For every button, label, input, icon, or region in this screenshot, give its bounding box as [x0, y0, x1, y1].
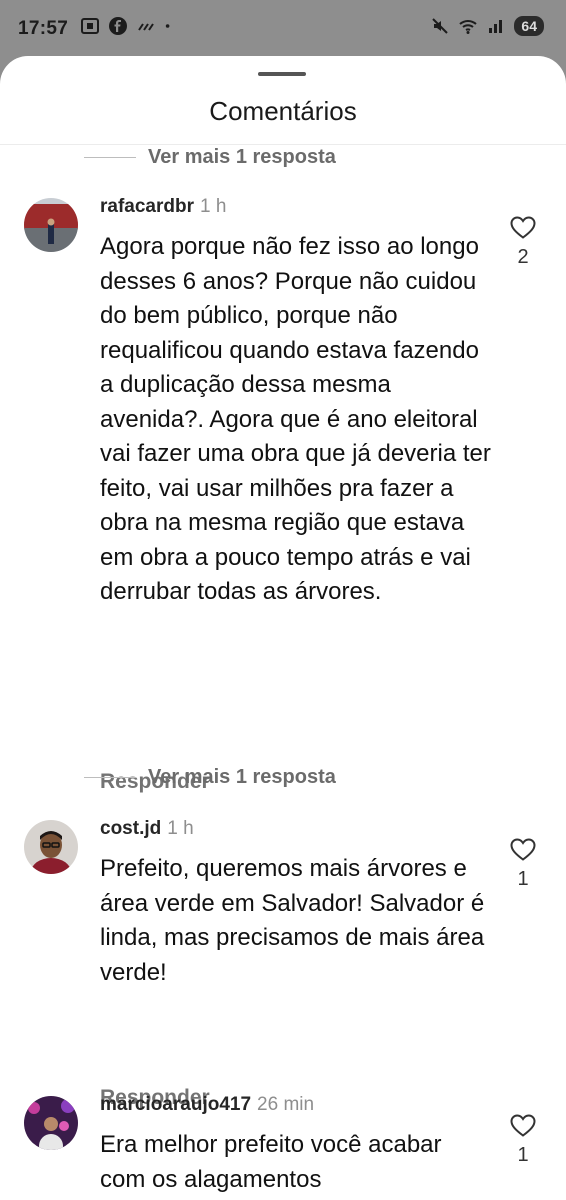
avatar[interactable] [24, 820, 78, 874]
comment-username[interactable]: marcioaraujo417 26 min [100, 1094, 314, 1116]
like-count: 1 [517, 1144, 529, 1166]
comment-username[interactable]: rafacardbr 1 h [100, 196, 226, 218]
avatar[interactable] [24, 198, 78, 252]
status-bar: 17:57 64 [0, 0, 566, 58]
like-button[interactable]: 1 [506, 1114, 540, 1167]
wifi-icon [459, 20, 478, 34]
username-text[interactable]: cost.jd [100, 818, 161, 839]
mute-icon [432, 18, 449, 34]
heart-icon [510, 838, 536, 861]
view-more-replies-label: Ver mais 1 resposta [148, 145, 336, 168]
status-time: 17:57 [18, 18, 69, 39]
comment-text: Era melhor prefeito você acabar com os a… [100, 1131, 442, 1193]
like-count: 1 [517, 868, 529, 890]
dot-icon [165, 24, 170, 28]
avatar[interactable] [24, 1096, 78, 1150]
username-text[interactable]: rafacardbr [100, 196, 194, 217]
comment-time: 26 min [257, 1094, 315, 1115]
username-text[interactable]: marcioaraujo417 [100, 1094, 251, 1115]
view-more-replies-link[interactable]: Ver mais 1 resposta [84, 142, 336, 172]
status-left-icons [80, 16, 176, 36]
battery-indicator: 64 [514, 16, 544, 36]
cell-signal-icon [489, 20, 503, 33]
view-more-replies-link[interactable]: Ver mais 1 resposta [84, 762, 336, 792]
comment-username[interactable]: cost.jd 1 h [100, 818, 194, 840]
thread-line [84, 156, 136, 158]
comment-text: Agora porque não fez isso ao longo desse… [100, 233, 491, 605]
signal-strength-icon [138, 23, 154, 31]
comments-sheet: Comentários Ver mais 1 resposta rafacard… [0, 56, 566, 1200]
heart-icon [510, 1114, 536, 1137]
comment-time: 1 h [200, 196, 227, 217]
facebook-icon [109, 17, 127, 35]
sheet-title: Comentários [209, 96, 357, 126]
like-button[interactable]: 1 [506, 838, 540, 891]
screenshot-icon [81, 18, 99, 34]
status-right-icons: 64 [430, 16, 544, 36]
comment-text: Prefeito, queremos mais árvores e área v… [100, 855, 485, 986]
view-more-replies-label: Ver mais 1 resposta [148, 765, 336, 788]
heart-icon [510, 216, 536, 239]
like-count: 2 [517, 246, 529, 268]
drag-handle[interactable] [258, 72, 306, 76]
thread-line [84, 776, 136, 778]
comment-time: 1 h [167, 818, 194, 839]
like-button[interactable]: 2 [506, 216, 540, 269]
